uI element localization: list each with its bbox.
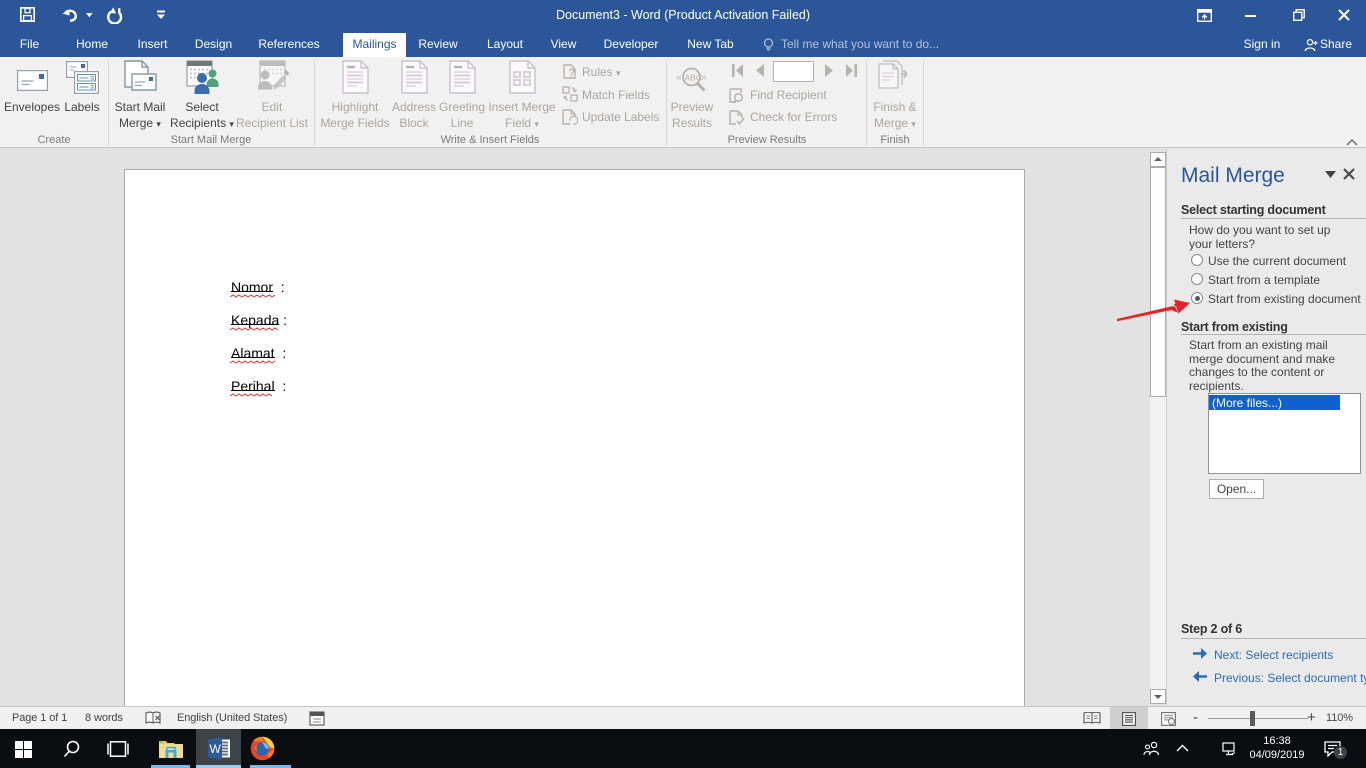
svg-text:W: W: [210, 742, 222, 756]
svg-text:?: ?: [569, 67, 576, 79]
svg-text:ABC: ABC: [685, 73, 702, 83]
svg-text:«: «: [676, 72, 682, 83]
